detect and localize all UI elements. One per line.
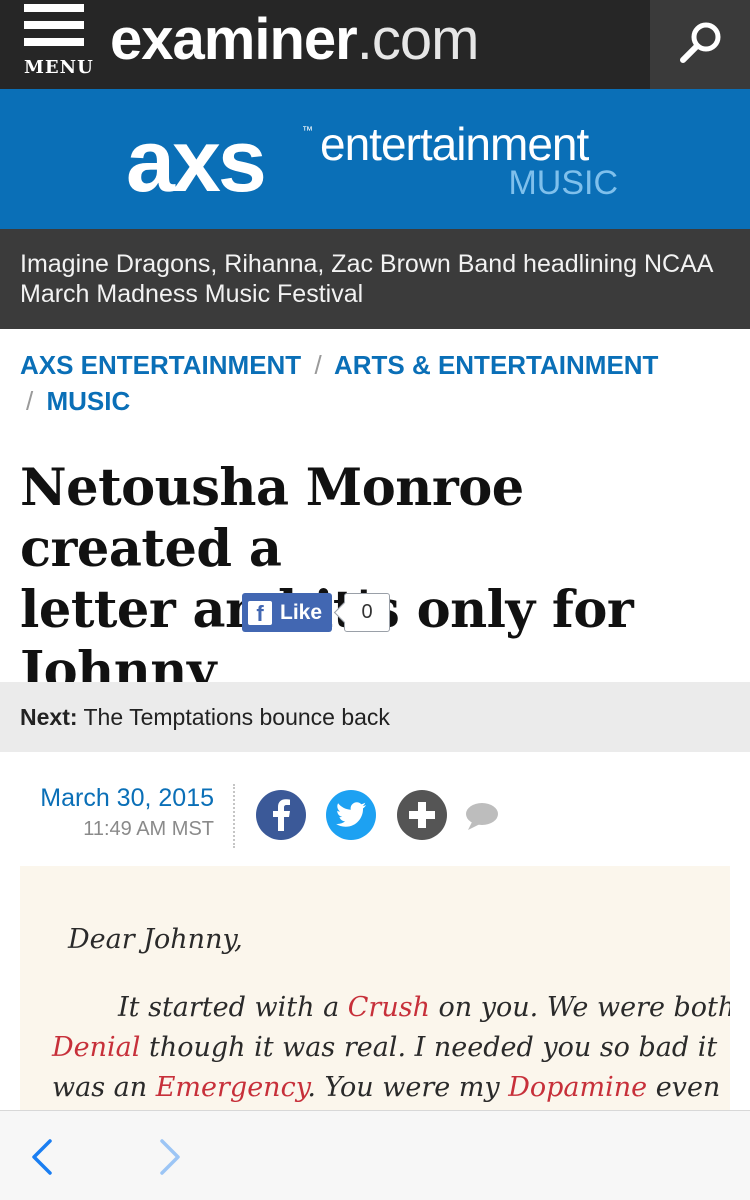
like-count: 0 <box>344 593 391 632</box>
breadcrumb-music[interactable]: MUSIC <box>46 386 130 416</box>
letter-line: It started with a Crush on you. We were … <box>118 992 730 1023</box>
publish-date: March 30, 2015 11:49 AM MST <box>20 782 214 844</box>
share-more-button[interactable] <box>397 790 447 840</box>
axs-logo: axs <box>126 111 267 210</box>
site-logo[interactable]: examiner.com <box>110 0 480 80</box>
share-twitter-button[interactable] <box>326 790 376 840</box>
search-icon <box>680 22 721 63</box>
top-story-strip: Imagine Dragons, Rihanna, Zac Brown Band… <box>0 229 750 329</box>
trademark-mark: ™ <box>302 125 313 137</box>
letter-greeting: Dear Johnny, <box>68 924 243 955</box>
breadcrumb-arts-entertainment[interactable]: ARTS & ENTERTAINMENT <box>334 350 659 380</box>
plus-icon <box>409 802 435 828</box>
next-article-title: The Temptations bounce back <box>83 704 390 730</box>
breadcrumb-axs-entertainment[interactable]: AXS ENTERTAINMENT <box>20 350 301 380</box>
share-facebook-button[interactable] <box>256 790 306 840</box>
page-title: Netousha Monroe created a letter and it'… <box>20 458 740 702</box>
letter-line: Denial though it was real. I needed you … <box>52 1032 718 1063</box>
title-line: Netousha Monroe created a <box>20 458 524 579</box>
browser-toolbar <box>0 1110 750 1200</box>
comment-icon[interactable] <box>464 800 500 832</box>
breadcrumb-separator: / <box>26 386 34 416</box>
banner-title: entertainment <box>320 118 589 170</box>
menu-label: MENU <box>24 57 94 78</box>
logo-brand: examiner <box>110 7 358 72</box>
like-label: Like <box>280 600 323 624</box>
facebook-like-button[interactable]: f Like <box>242 593 333 632</box>
facebook-icon <box>273 799 290 831</box>
twitter-icon <box>336 802 366 827</box>
search-button[interactable] <box>650 0 750 89</box>
divider <box>233 784 235 848</box>
date-text: March 30, 2015 <box>40 784 214 812</box>
facebook-like-widget: f Like 0 <box>242 593 391 632</box>
next-label: Next: <box>20 704 78 730</box>
chevron-left-icon[interactable] <box>28 1137 58 1177</box>
section-banner[interactable]: axs ™ entertainment MUSIC <box>0 89 750 229</box>
breadcrumb: AXS ENTERTAINMENT / ARTS & ENTERTAINMENT… <box>20 347 720 419</box>
time-text: 11:49 AM MST <box>83 818 214 840</box>
chevron-right-icon[interactable] <box>154 1137 184 1177</box>
next-article-strip[interactable]: Next: The Temptations bounce back <box>0 682 750 752</box>
menu-button[interactable]: MENU <box>20 4 93 84</box>
breadcrumb-separator: / <box>314 350 322 380</box>
logo-tld: .com <box>356 7 480 72</box>
letter-line: was an Emergency. You were my Dopamine e… <box>52 1072 730 1103</box>
banner-subtitle: MUSIC <box>508 164 618 202</box>
site-header: MENU examiner.com <box>0 0 750 89</box>
facebook-icon: f <box>248 600 272 626</box>
top-story-link[interactable]: Imagine Dragons, Rihanna, Zac Brown Band… <box>20 249 730 309</box>
